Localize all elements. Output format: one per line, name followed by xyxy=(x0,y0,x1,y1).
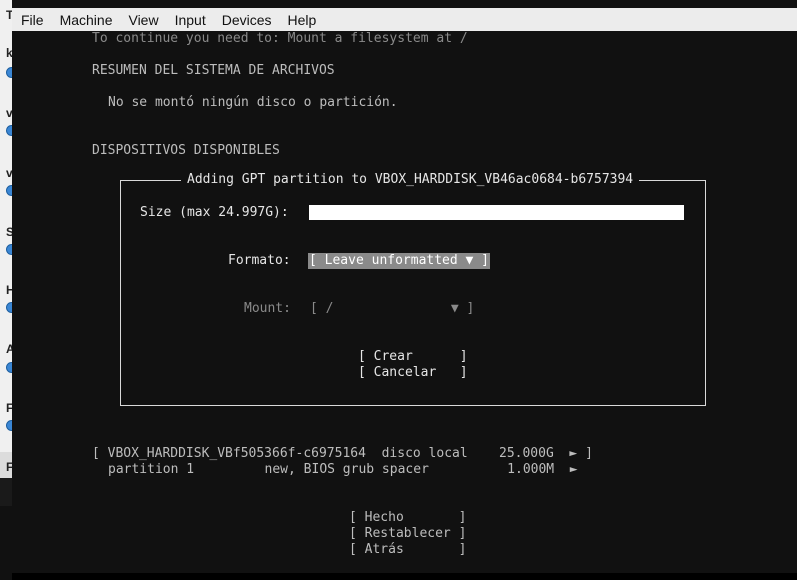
summary-text: No se montó ningún disco o partición. xyxy=(108,95,398,110)
sidebar-bottom xyxy=(0,478,12,506)
menu-view[interactable]: View xyxy=(119,12,165,28)
reset-button[interactable]: [ Restablecer ] xyxy=(349,526,466,542)
menu-input[interactable]: Input xyxy=(166,12,213,28)
create-button[interactable]: [ Crear ] xyxy=(358,349,468,365)
done-button[interactable]: [ Hecho ] xyxy=(349,510,466,526)
back-button[interactable]: [ Atrás ] xyxy=(349,542,466,558)
mount-label: Mount: xyxy=(244,301,291,316)
add-partition-dialog: Adding GPT partition to VBOX_HARDDISK_VB… xyxy=(120,172,706,406)
summary-heading: RESUMEN DEL SISTEMA DE ARCHIVOS xyxy=(92,63,335,78)
devices-heading: DISPOSITIVOS DISPONIBLES xyxy=(92,143,280,158)
cancel-button[interactable]: [ Cancelar ] xyxy=(358,365,468,381)
menu-devices[interactable]: Devices xyxy=(213,12,279,28)
vm-screen[interactable]: To continue you need to: Mount a filesys… xyxy=(12,31,797,580)
mount-notice: To continue you need to: Mount a filesys… xyxy=(92,31,468,46)
format-select[interactable]: [ Leave unformatted ▼ ] xyxy=(308,253,491,269)
disk-row[interactable]: [ VBOX_HARDDISK_VBf505366f-c6975164 disc… xyxy=(92,446,593,462)
vm-menubar: File Machine View Input Devices Help xyxy=(12,8,797,32)
menu-help[interactable]: Help xyxy=(279,12,324,28)
size-label: Size (max 24.997G): xyxy=(140,205,289,220)
menu-machine[interactable]: Machine xyxy=(51,12,120,28)
mount-select[interactable]: [ / ▼ ] xyxy=(310,301,474,317)
vm-bottom-bar xyxy=(12,573,797,580)
dialog-title: Adding GPT partition to VBOX_HARDDISK_VB… xyxy=(181,172,640,188)
size-input[interactable] xyxy=(309,205,684,220)
menu-file[interactable]: File xyxy=(12,12,51,28)
host-sidebar: T k v v S H A F F xyxy=(0,0,12,506)
partition-row[interactable]: partition 1 new, BIOS grub spacer 1.000M… xyxy=(108,462,578,478)
format-label: Formato: xyxy=(228,253,291,268)
